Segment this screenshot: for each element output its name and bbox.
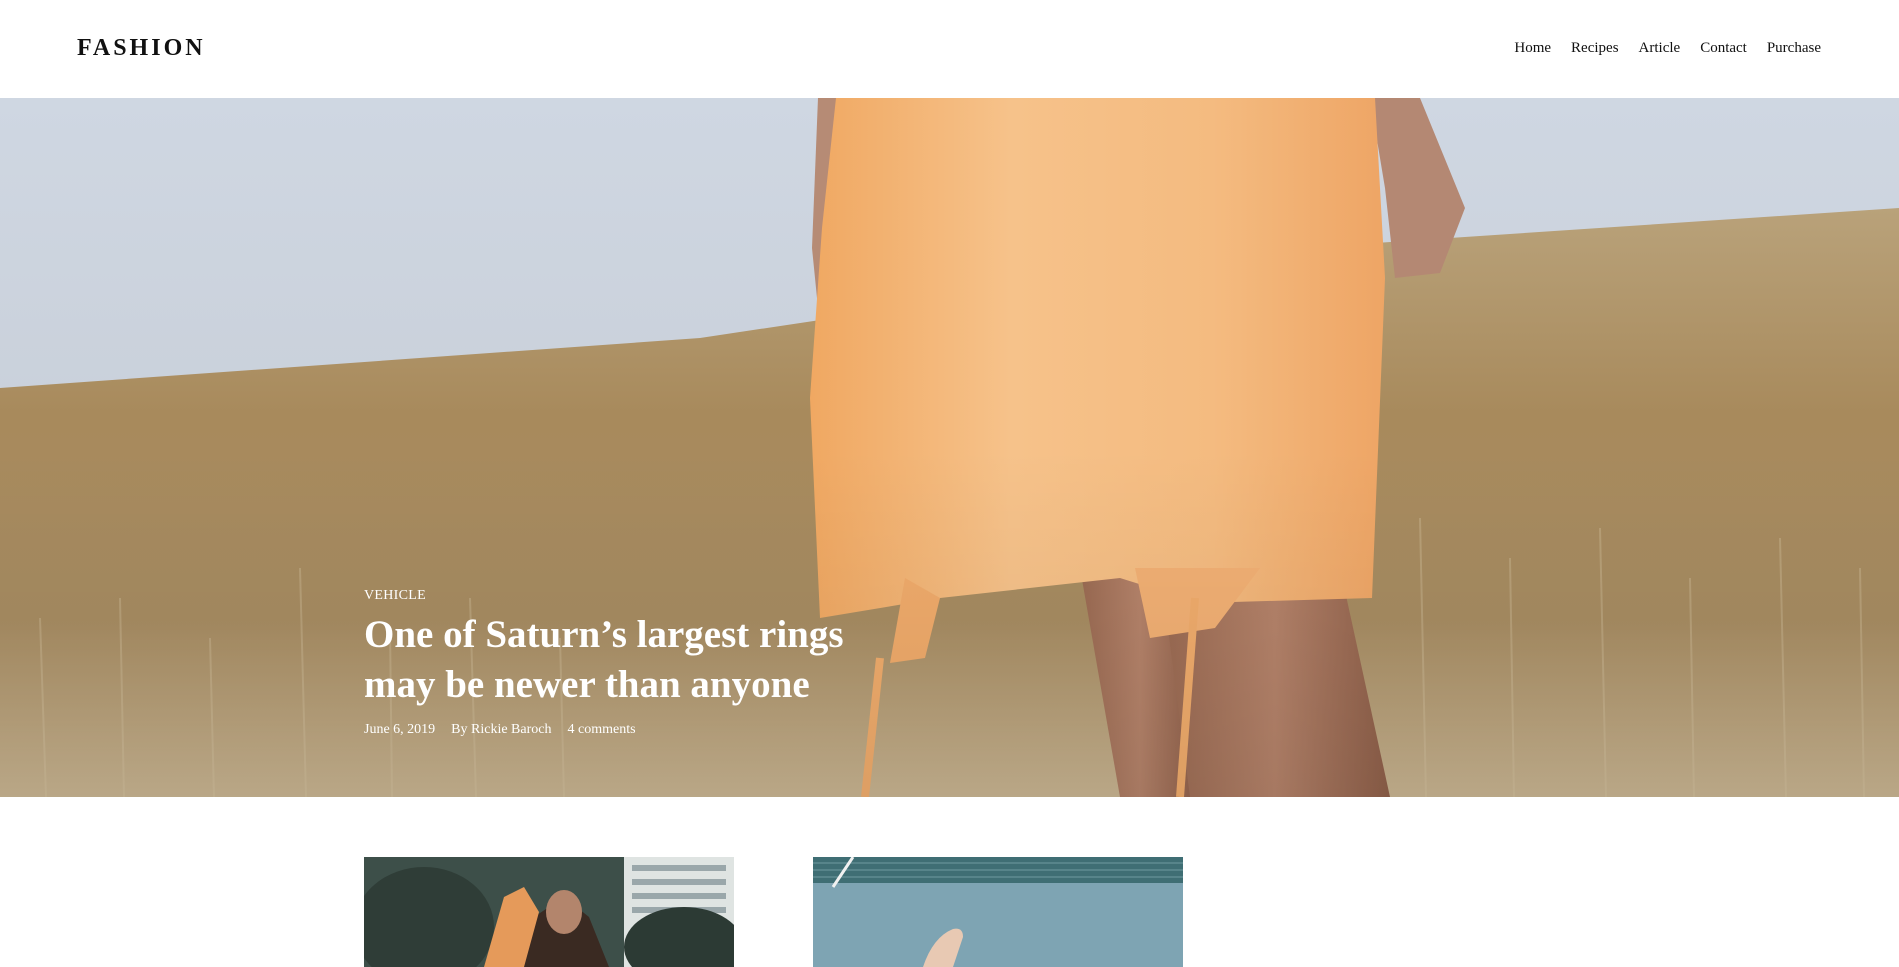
hero-title[interactable]: One of Saturn’s largest rings may be new…	[364, 610, 924, 710]
nav-contact-link[interactable]: Contact	[1700, 39, 1747, 57]
poolside-image	[813, 857, 1183, 967]
hero-section: VEHICLE One of Saturn’s largest rings ma…	[0, 98, 1899, 797]
hero-comments-link[interactable]: 4 comments	[567, 722, 635, 738]
main-nav: Home Recipes Article Contact Purchase	[1514, 39, 1821, 57]
post-card-image-2[interactable]	[813, 857, 1183, 967]
nav-article-link[interactable]: Article	[1639, 39, 1681, 57]
site-logo[interactable]: FASHION	[77, 34, 206, 62]
woman-portrait-image	[364, 857, 734, 967]
hero-category-link[interactable]: VEHICLE	[364, 588, 426, 604]
hero-date: June 6, 2019	[364, 722, 436, 737]
hero-author-link[interactable]: By Rickie Baroch	[451, 722, 551, 738]
nav-home-link[interactable]: Home	[1514, 39, 1551, 57]
site-header: FASHION Home Recipes Article Contact Pur…	[0, 0, 1899, 98]
hero-content: VEHICLE One of Saturn’s largest rings ma…	[364, 586, 924, 738]
nav-recipes-link[interactable]: Recipes	[1571, 39, 1618, 57]
nav-purchase-link[interactable]: Purchase	[1767, 39, 1821, 57]
post-card-image-1[interactable]	[364, 857, 734, 967]
hero-overlay	[0, 98, 1899, 797]
hero-meta: June 6, 2019 By Rickie Baroch 4 comments	[364, 722, 924, 738]
